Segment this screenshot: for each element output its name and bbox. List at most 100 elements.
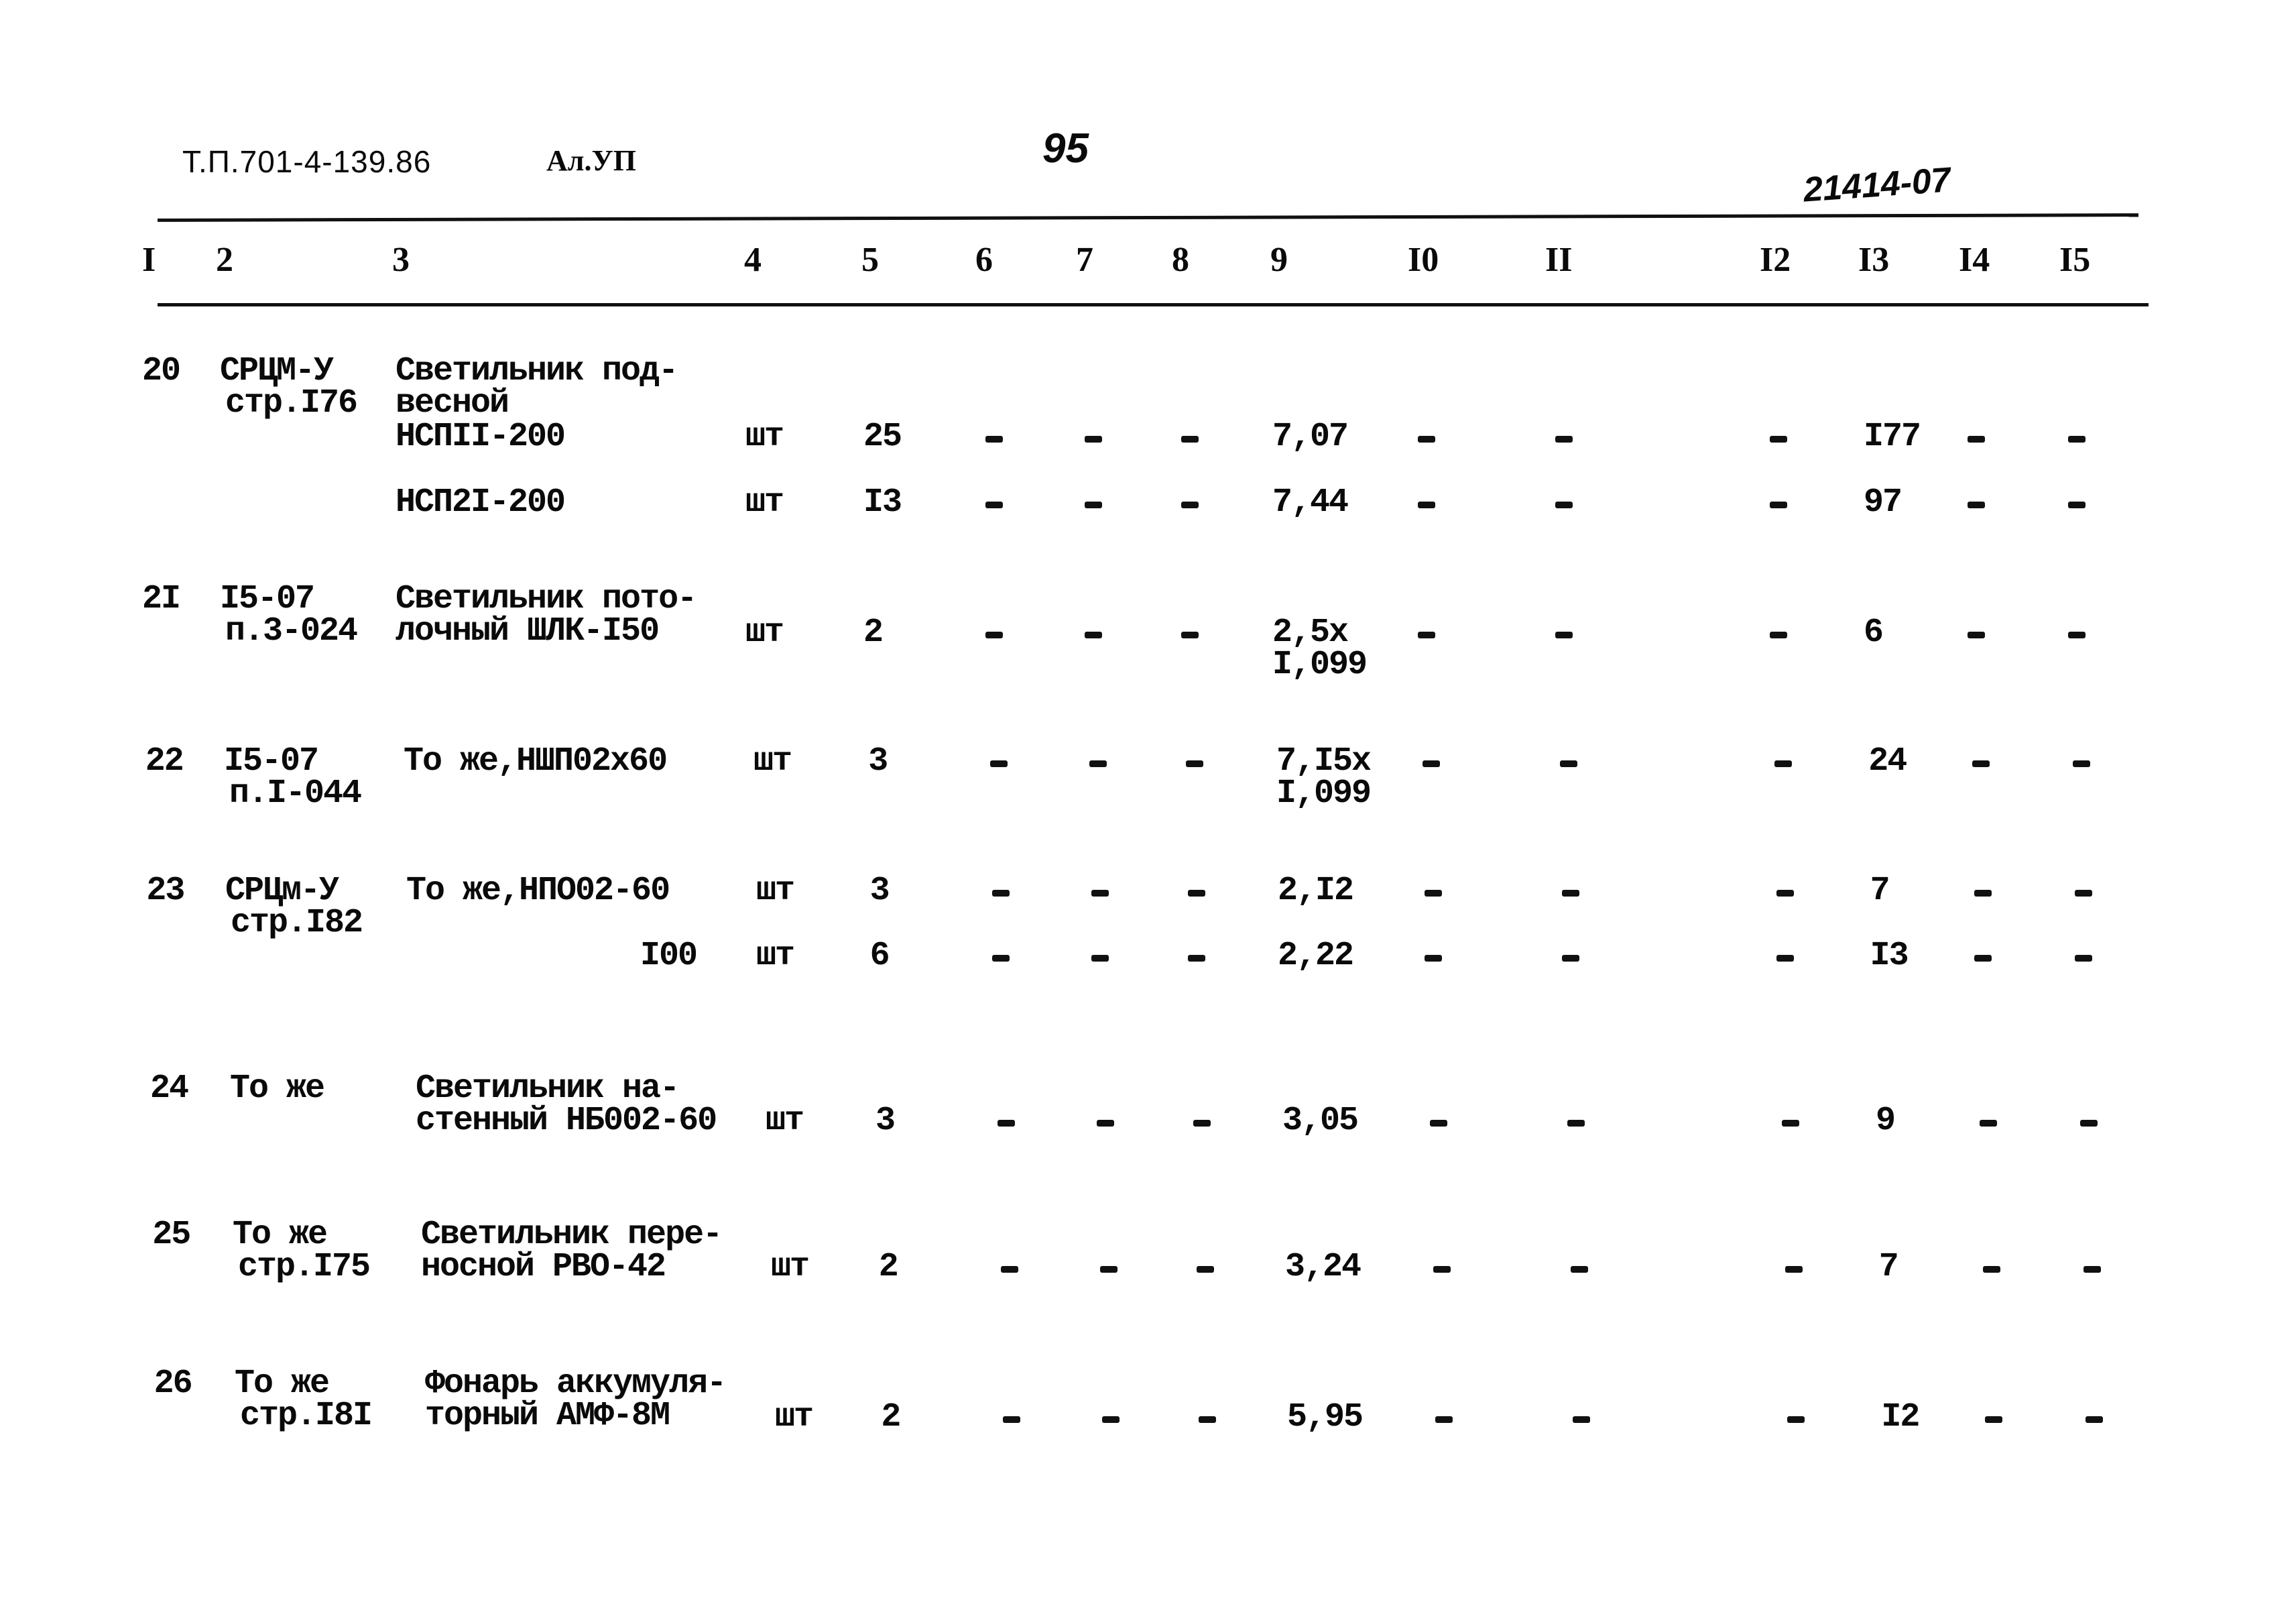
empty-cell-dash [2068,502,2086,508]
unit-value: 7,I5х [1276,742,1372,781]
empty-cell-dash [2068,632,2086,638]
row-number: 20 [142,352,181,390]
reference-source: п.3-024 [225,612,358,650]
row-number: 26 [154,1365,193,1403]
empty-cell-dash [1418,632,1435,638]
empty-cell-dash [1782,1120,1799,1127]
item-description: носной РВО-42 [421,1248,666,1286]
total-value: 7 [1878,1248,1899,1286]
empty-cell-dash [1776,955,1794,962]
quantity: 6 [869,937,890,975]
unit: шт [745,614,784,652]
item-description: То же,НШП02х60 [404,742,668,781]
unit: шт [775,1398,814,1436]
empty-cell-dash [1974,955,1992,962]
unit-value: 7,07 [1272,418,1349,456]
total-value: I77 [1864,418,1921,456]
empty-cell-dash [1770,436,1787,443]
item-description: лочный ШЛК-I50 [396,612,660,650]
empty-cell-dash [1770,502,1787,508]
empty-cell-dash [1085,502,1102,508]
unit-value: 3,24 [1285,1248,1362,1286]
unit-value: I,099 [1272,646,1368,684]
item-description: Светильник под- [396,352,678,390]
total-value: I3 [1870,937,1909,975]
column-number: I2 [1760,241,1791,279]
empty-cell-dash [1099,1266,1117,1273]
empty-cell-dash [1000,1266,1018,1273]
reference-source: СРЦм-У [225,872,339,910]
empty-cell-dash [2083,1266,2101,1273]
header-top-rule [157,213,2139,222]
unit: шт [771,1248,810,1286]
empty-cell-dash [1193,1120,1211,1127]
item-description: Фонарь аккумуля- [425,1365,727,1403]
empty-cell-dash [1968,632,1985,638]
empty-cell-dash [1968,436,1985,443]
unit-value: 2,22 [1278,937,1354,975]
column-number: II [1545,241,1573,279]
unit: шт [753,742,792,781]
empty-cell-dash [1776,890,1794,897]
total-value: 7 [1870,872,1890,910]
unit: шт [745,483,784,522]
empty-cell-dash [991,955,1010,962]
empty-cell-dash [1555,436,1573,443]
empty-cell-dash [1424,890,1442,897]
item-description: Светильник на- [416,1070,680,1108]
unit-value: 5,95 [1287,1398,1364,1436]
empty-cell-dash [2086,1416,2104,1423]
item-model: НСПII-200 [396,418,566,456]
unit: шт [766,1102,804,1140]
quantity: 2 [878,1248,899,1286]
empty-cell-dash [1187,890,1205,897]
empty-cell-dash [985,502,1003,508]
empty-cell-dash [1091,890,1109,897]
empty-cell-dash [1424,955,1442,962]
item-description: Светильник пере- [421,1216,723,1254]
unit: шт [756,937,795,975]
empty-cell-dash [1091,955,1109,962]
empty-cell-dash [1968,502,1985,508]
quantity: 3 [869,872,890,910]
empty-cell-dash [1570,1266,1588,1273]
empty-cell-dash [1774,760,1793,767]
empty-cell-dash [1085,436,1102,443]
empty-cell-dash [1560,760,1578,767]
total-value: 24 [1868,742,1907,781]
reference-source: То же [235,1365,330,1403]
empty-cell-dash [1785,1266,1803,1273]
quantity: 25 [863,418,902,456]
reference-source: стр.I82 [231,904,363,942]
unit-value: 7,44 [1272,483,1349,522]
empty-cell-dash [1430,1120,1447,1127]
empty-cell-dash [1787,1416,1805,1423]
item-model: НСП2I-200 [396,483,566,522]
empty-cell-dash [2068,436,2086,443]
empty-cell-dash [1418,436,1435,443]
empty-cell-dash [1199,1416,1217,1423]
reference-source: I5-07 [224,742,319,781]
unit-value: 2,I2 [1278,872,1354,910]
empty-cell-dash [2080,1120,2098,1127]
empty-cell-dash [1097,1120,1114,1127]
reference-source: СРЦМ-У [220,352,334,390]
total-value: 97 [1864,483,1902,522]
empty-cell-dash [1003,1416,1021,1423]
item-description: весной [396,384,509,422]
empty-cell-dash [2074,890,2092,897]
empty-cell-dash [1181,436,1199,443]
empty-cell-dash [1186,760,1204,767]
unit: шт [756,872,795,910]
item-description: Светильник пото- [396,580,697,618]
empty-cell-dash [1980,1120,1997,1127]
reference-source: стр.I75 [238,1248,371,1286]
reference-source: п.I-044 [229,774,362,813]
empty-cell-dash [1085,632,1102,638]
empty-cell-dash [1982,1266,2000,1273]
column-number: 3 [392,241,410,279]
column-number: 7 [1076,241,1093,279]
column-number: 2 [216,241,233,279]
empty-cell-dash [1089,760,1107,767]
row-number: 23 [146,872,185,910]
